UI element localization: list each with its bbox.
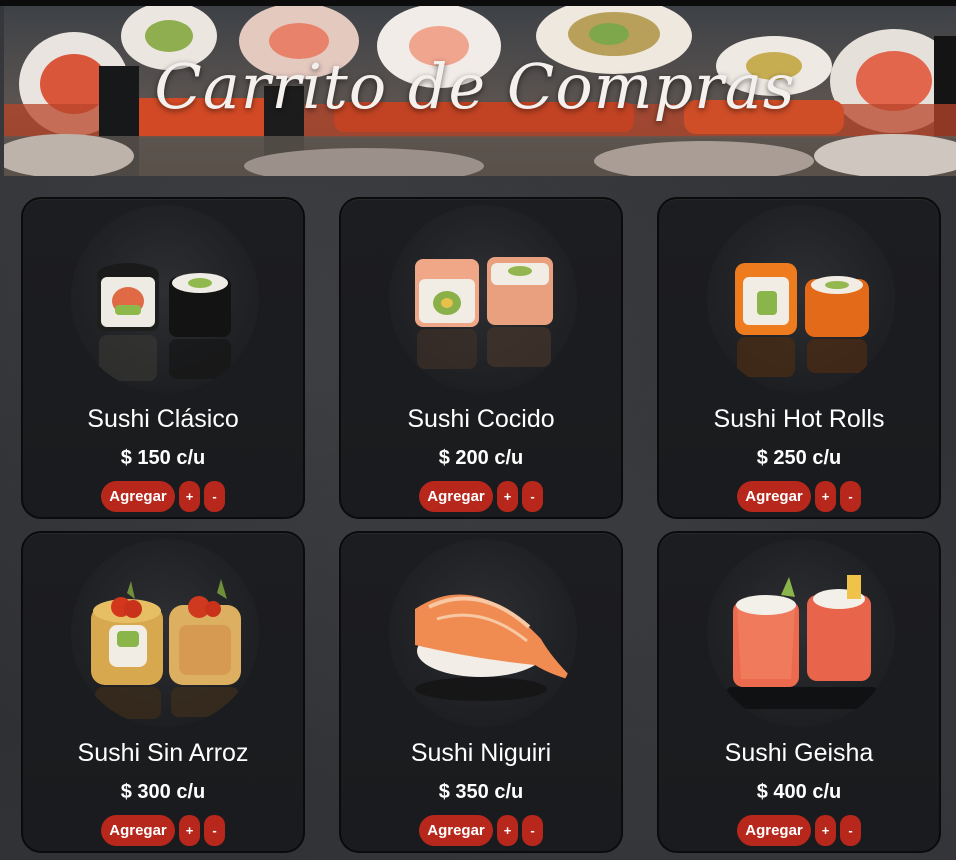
sushi-niguiri-image (389, 539, 577, 727)
increment-button[interactable]: + (815, 815, 836, 846)
product-actions: Agregar + - (23, 815, 303, 846)
increment-button[interactable]: + (815, 481, 836, 512)
product-name: Sushi Cocido (407, 405, 555, 433)
increment-button[interactable]: + (497, 815, 518, 846)
add-button[interactable]: Agregar (101, 481, 175, 512)
product-price: $ 250 c/u (756, 447, 842, 469)
sushi-sin-arroz-image (71, 539, 259, 727)
add-button[interactable]: Agregar (419, 815, 493, 846)
product-price: $ 350 c/u (438, 781, 524, 803)
decrement-button[interactable]: - (522, 481, 543, 512)
decrement-button[interactable]: - (840, 481, 861, 512)
add-button[interactable]: Agregar (101, 815, 175, 846)
product-name: Sushi Sin Arroz (77, 739, 249, 767)
page-title: Carrito de Compras (154, 50, 796, 123)
product-card: Sushi Hot Rolls $ 250 c/u Agregar + - (657, 197, 941, 519)
product-price: $ 400 c/u (756, 781, 842, 803)
page: Carrito de Compras Sushi Clásico $ 150 c… (0, 0, 956, 860)
product-card: Sushi Sin Arroz $ 300 c/u Agregar + - (21, 531, 305, 853)
decrement-button[interactable]: - (840, 815, 861, 846)
increment-button[interactable]: + (497, 481, 518, 512)
add-button[interactable]: Agregar (737, 481, 811, 512)
product-card: Sushi Geisha $ 400 c/u Agregar + - (657, 531, 941, 853)
sushi-geisha-image (707, 539, 895, 727)
product-card: Sushi Clásico $ 150 c/u Agregar + - (21, 197, 305, 519)
product-card: Sushi Cocido $ 200 c/u Agregar + - (339, 197, 623, 519)
decrement-button[interactable]: - (204, 815, 225, 846)
product-name: Sushi Niguiri (410, 739, 552, 767)
product-name: Sushi Hot Rolls (713, 405, 885, 433)
product-price: $ 150 c/u (120, 447, 206, 469)
product-card: Sushi Niguiri $ 350 c/u Agregar + - (339, 531, 623, 853)
product-actions: Agregar + - (23, 481, 303, 512)
sushi-clasico-image (71, 205, 259, 393)
product-actions: Agregar + - (341, 481, 621, 512)
decrement-button[interactable]: - (204, 481, 225, 512)
product-price: $ 200 c/u (438, 447, 524, 469)
header-banner: Carrito de Compras (4, 6, 956, 176)
product-actions: Agregar + - (659, 481, 939, 512)
product-price: $ 300 c/u (120, 781, 206, 803)
increment-button[interactable]: + (179, 481, 200, 512)
sushi-hot-rolls-image (707, 205, 895, 393)
decrement-button[interactable]: - (522, 815, 543, 846)
add-button[interactable]: Agregar (737, 815, 811, 846)
product-actions: Agregar + - (659, 815, 939, 846)
product-name: Sushi Clásico (87, 405, 239, 433)
add-button[interactable]: Agregar (419, 481, 493, 512)
product-actions: Agregar + - (341, 815, 621, 846)
product-name: Sushi Geisha (724, 739, 874, 767)
sushi-cocido-image (389, 205, 577, 393)
increment-button[interactable]: + (179, 815, 200, 846)
